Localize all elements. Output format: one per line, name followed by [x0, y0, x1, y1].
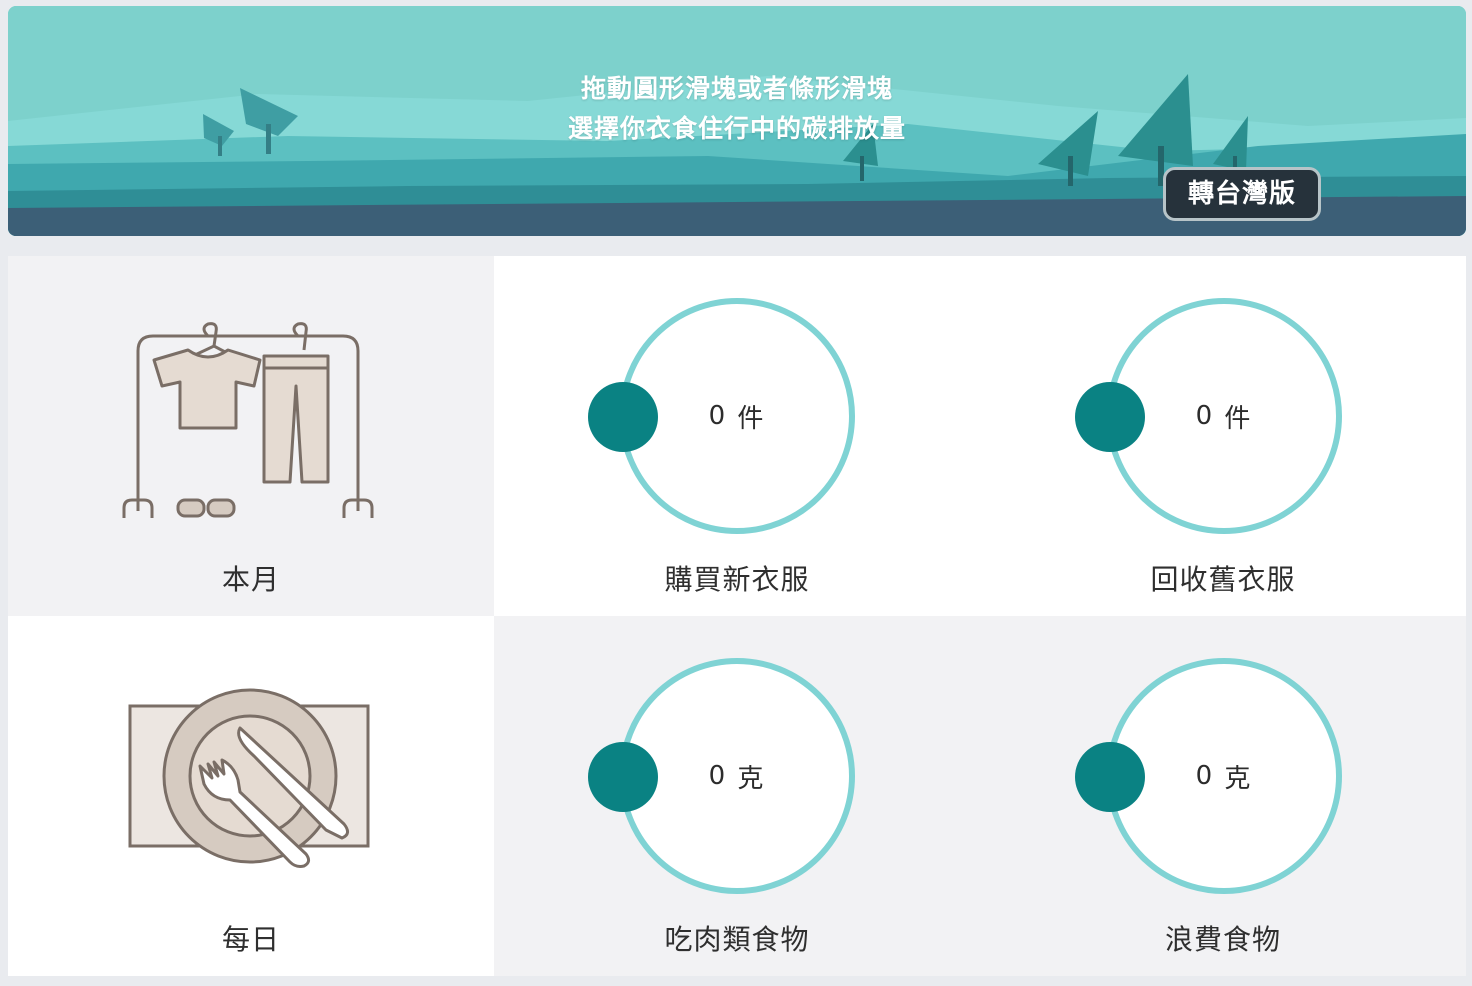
dial-value-display: 0 件: [1112, 304, 1336, 528]
dial-value: 0: [1195, 401, 1215, 431]
item-cell-buy-new-clothes: 0 件 購買新衣服: [494, 256, 980, 616]
slider-knob[interactable]: [588, 742, 658, 812]
dial-unit: 件: [737, 403, 766, 434]
item-label: 吃肉類食物: [664, 923, 810, 956]
item-label: 購買新衣服: [664, 563, 810, 596]
dial-value-display: 0 克: [1112, 664, 1336, 888]
slider-knob[interactable]: [1075, 382, 1145, 452]
period-cell-daily: 每日: [8, 616, 494, 976]
period-cell-monthly: 本月: [8, 256, 494, 616]
switch-taiwan-version-button[interactable]: 轉台灣版: [1163, 167, 1321, 221]
instruction-line-1: 拖動圓形滑塊或者條形滑塊: [580, 74, 893, 103]
period-label-daily: 每日: [221, 923, 280, 956]
slider-knob[interactable]: [1075, 742, 1145, 812]
header-banner: 拖動圓形滑塊或者條形滑塊 選擇你衣食住行中的碳排放量 轉台灣版: [8, 6, 1466, 236]
item-cell-waste-food: 0 克 浪費食物: [980, 616, 1466, 976]
dial-value-display: 0 克: [625, 664, 849, 888]
item-cell-eat-meat: 0 克 吃肉類食物: [494, 616, 980, 976]
item-cell-recycle-old-clothes: 0 件 回收舊衣服: [980, 256, 1466, 616]
dial-value: 0: [708, 761, 728, 791]
slider-knob[interactable]: [588, 382, 658, 452]
item-label: 回收舊衣服: [1150, 563, 1296, 596]
dial-unit: 克: [1224, 763, 1253, 794]
dial-unit: 件: [1224, 403, 1253, 434]
dial-value: 0: [1195, 761, 1215, 791]
period-label-monthly: 本月: [221, 563, 280, 596]
dial-value: 0: [708, 401, 728, 431]
dial-value-display: 0 件: [625, 304, 849, 528]
dial-unit: 克: [737, 763, 766, 794]
instruction-line-2: 選擇你衣食住行中的碳排放量: [567, 114, 906, 143]
calculator-grid: 本月 0 件 購買新衣服 0 件 回收舊衣服 每日 0 克 吃肉類食物 0 克 …: [8, 256, 1466, 986]
item-label: 浪費食物: [1164, 923, 1281, 956]
instructions: 拖動圓形滑塊或者條形滑塊 選擇你衣食住行中的碳排放量: [8, 69, 1466, 149]
